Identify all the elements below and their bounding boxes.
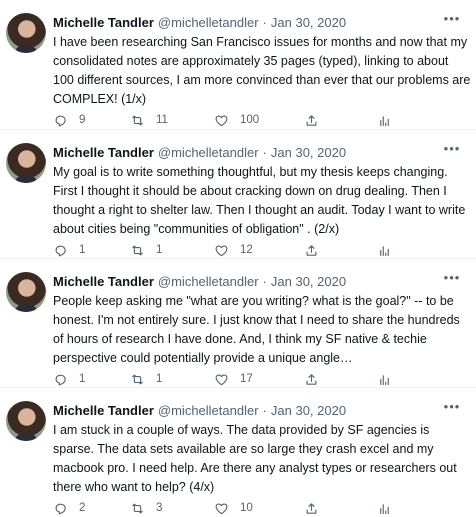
retweet-count: 1	[156, 373, 163, 385]
separator-dot: ·	[262, 14, 267, 30]
tweet-header: Michelle Tandler @michelletandler · Jan …	[53, 401, 463, 419]
like-count: 17	[240, 373, 253, 385]
share-icon	[306, 114, 317, 126]
author-handle[interactable]: @michelletandler	[158, 274, 259, 289]
share-button[interactable]	[304, 111, 319, 129]
tweet[interactable]: Michelle Tandler @michelletandler · Jan …	[0, 387, 476, 516]
analytics-button[interactable]	[377, 241, 392, 259]
more-options-icon[interactable]: •••	[443, 12, 461, 26]
reply-count: 9	[79, 114, 86, 126]
heart-icon	[215, 502, 228, 514]
reply-count: 2	[79, 502, 86, 514]
like-button[interactable]: 100	[214, 111, 259, 129]
retweet-button[interactable]: 3	[130, 499, 162, 517]
retweet-icon	[132, 115, 143, 125]
reply-count: 1	[79, 373, 86, 385]
reply-icon	[55, 503, 66, 514]
tweet-actions: 9 11 100	[53, 111, 463, 129]
tweet-text: My goal is to write something thoughtful…	[53, 165, 466, 236]
like-count: 12	[240, 244, 253, 256]
more-options-icon[interactable]: •••	[443, 271, 461, 285]
author-name[interactable]: Michelle Tandler	[53, 403, 154, 418]
reply-icon	[55, 374, 66, 385]
retweet-icon	[132, 503, 143, 513]
avatar[interactable]	[6, 143, 46, 183]
author-handle[interactable]: @michelletandler	[158, 145, 259, 160]
share-icon	[306, 373, 317, 385]
analytics-icon	[380, 503, 389, 514]
retweet-count: 11	[156, 114, 168, 126]
analytics-button[interactable]	[377, 111, 392, 129]
analytics-button[interactable]	[377, 370, 392, 388]
avatar[interactable]	[6, 272, 46, 312]
tweet-actions: 2 3 10	[53, 499, 463, 517]
retweet-button[interactable]: 1	[130, 370, 162, 388]
like-button[interactable]: 17	[214, 370, 253, 388]
author-name[interactable]: Michelle Tandler	[53, 145, 154, 160]
like-button[interactable]: 10	[214, 499, 253, 517]
retweet-button[interactable]: 11	[130, 111, 168, 129]
retweet-icon	[132, 245, 143, 255]
share-button[interactable]	[304, 370, 319, 388]
tweet-actions: 1 1 12	[53, 241, 463, 259]
reply-button[interactable]: 9	[53, 111, 85, 129]
tweet-text: I have been researching San Francisco is…	[53, 35, 471, 106]
reply-icon	[55, 245, 66, 256]
reply-button[interactable]: 1	[53, 370, 85, 388]
tweet[interactable]: Michelle Tandler @michelletandler · Jan …	[0, 129, 476, 258]
tweet-actions: 1 1 17	[53, 370, 463, 388]
share-icon	[306, 244, 317, 256]
like-count: 10	[240, 502, 253, 514]
tweet-date[interactable]: Jan 30, 2020	[271, 403, 346, 418]
tweet[interactable]: Michelle Tandler @michelletandler · Jan …	[0, 258, 476, 387]
tweet[interactable]: Michelle Tandler @michelletandler · Jan …	[0, 0, 476, 129]
author-handle[interactable]: @michelletandler	[158, 403, 259, 418]
like-count: 100	[240, 114, 260, 126]
tweet-thread: Michelle Tandler @michelletandler · Jan …	[0, 0, 476, 516]
tweet-text: People keep asking me "what are you writ…	[53, 294, 460, 365]
analytics-icon	[380, 115, 389, 126]
author-name[interactable]: Michelle Tandler	[53, 274, 154, 289]
more-options-icon[interactable]: •••	[443, 400, 461, 414]
retweet-button[interactable]: 1	[130, 241, 162, 259]
analytics-icon	[380, 374, 389, 385]
share-button[interactable]	[304, 241, 319, 259]
author-name[interactable]: Michelle Tandler	[53, 15, 154, 30]
tweet-date[interactable]: Jan 30, 2020	[271, 145, 346, 160]
tweet-date[interactable]: Jan 30, 2020	[271, 274, 346, 289]
like-button[interactable]: 12	[214, 241, 253, 259]
retweet-count: 1	[156, 244, 163, 256]
heart-icon	[215, 114, 228, 126]
analytics-icon	[380, 245, 389, 256]
reply-button[interactable]: 1	[53, 241, 85, 259]
tweet-header: Michelle Tandler @michelletandler · Jan …	[53, 13, 463, 31]
tweet-date[interactable]: Jan 30, 2020	[271, 15, 346, 30]
reply-button[interactable]: 2	[53, 499, 85, 517]
avatar[interactable]	[6, 401, 46, 441]
avatar[interactable]	[6, 13, 46, 53]
separator-dot: ·	[262, 402, 267, 418]
share-button[interactable]	[304, 499, 319, 517]
tweet-header: Michelle Tandler @michelletandler · Jan …	[53, 272, 463, 290]
tweet-text: I am stuck in a couple of ways. The data…	[53, 423, 457, 494]
retweet-count: 3	[156, 502, 163, 514]
separator-dot: ·	[262, 144, 267, 160]
share-icon	[306, 502, 317, 514]
retweet-icon	[132, 374, 143, 384]
reply-icon	[55, 115, 66, 126]
author-handle[interactable]: @michelletandler	[158, 15, 259, 30]
heart-icon	[215, 244, 228, 256]
tweet-header: Michelle Tandler @michelletandler · Jan …	[53, 143, 463, 161]
separator-dot: ·	[262, 273, 267, 289]
more-options-icon[interactable]: •••	[443, 142, 461, 156]
reply-count: 1	[79, 244, 86, 256]
heart-icon	[215, 373, 228, 385]
analytics-button[interactable]	[377, 499, 392, 517]
